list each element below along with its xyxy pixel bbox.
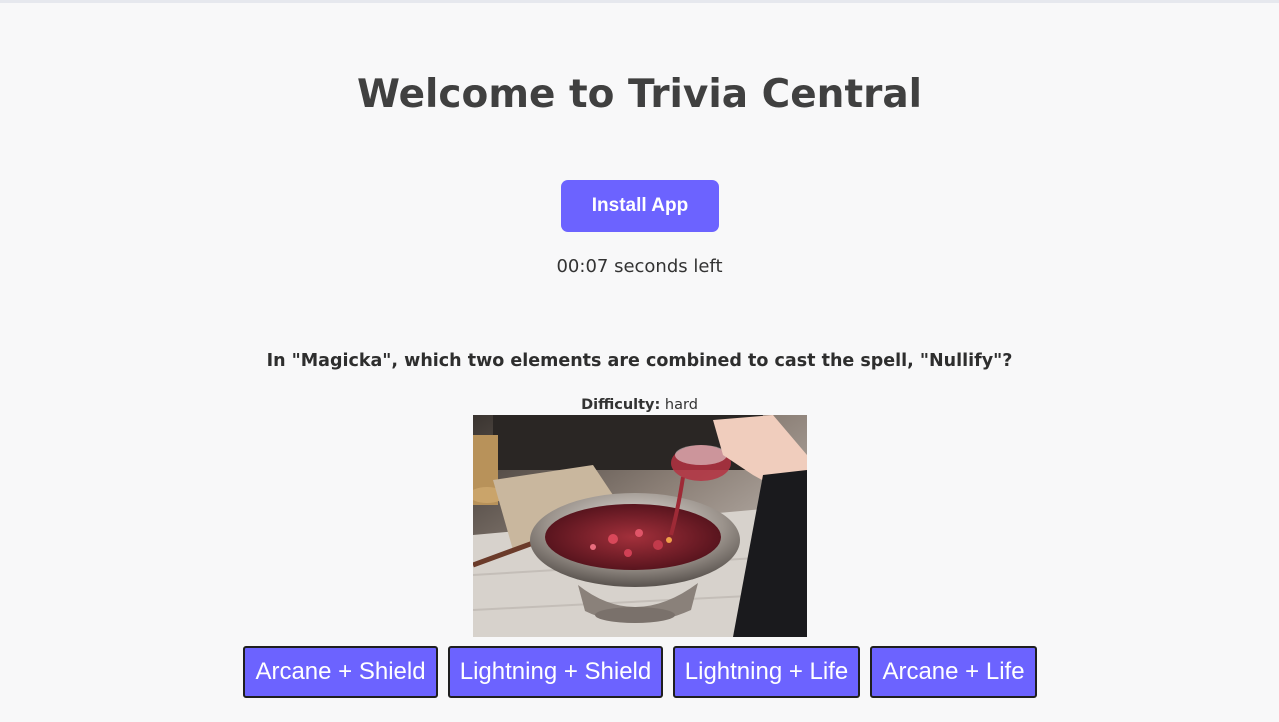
answer-button-3[interactable]: Lightning + Life <box>673 646 860 698</box>
answer-button-2[interactable]: Lightning + Shield <box>448 646 663 698</box>
top-edge <box>0 0 1279 3</box>
install-app-button[interactable]: Install App <box>561 180 719 232</box>
answer-options: Arcane + Shield Lightning + Shield Light… <box>0 646 1279 698</box>
countdown-timer: 00:07 seconds left <box>556 256 723 277</box>
difficulty-label: Difficulty: <box>581 397 661 413</box>
answer-button-1[interactable]: Arcane + Shield <box>243 646 438 698</box>
difficulty-value: hard <box>664 397 698 413</box>
page-title: Welcome to Trivia Central <box>356 72 923 117</box>
question-text: In "Magicka", which two elements are com… <box>266 351 1013 371</box>
difficulty-line: Difficulty: hard <box>0 396 1279 414</box>
answer-button-4[interactable]: Arcane + Life <box>870 646 1037 698</box>
question-image <box>473 415 807 637</box>
